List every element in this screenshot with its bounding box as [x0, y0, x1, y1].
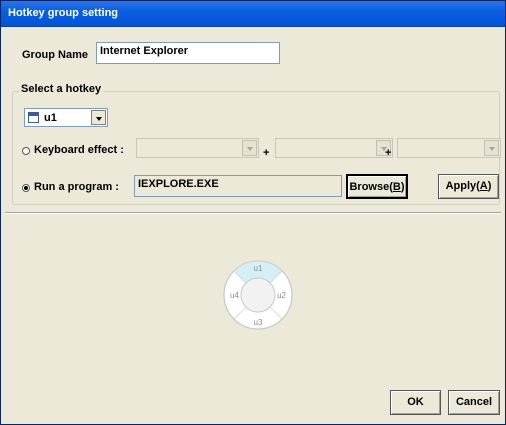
wheel-label-bottom: u3 — [254, 318, 263, 327]
apply-button[interactable]: Apply(A) — [438, 174, 499, 199]
wheel-label-top: u1 — [254, 264, 263, 273]
select-hotkey-label: Select a hotkey — [19, 83, 104, 95]
apply-mnemonic: A — [479, 180, 488, 192]
hotkey-wheel: u1 u2 u3 u4 — [223, 260, 293, 330]
hotkey-group-dialog: Hotkey group setting Group Name Internet… — [0, 0, 506, 425]
modifier-key-2-select[interactable] — [275, 138, 393, 158]
plus-sign: + — [263, 147, 270, 159]
chevron-down-icon — [484, 140, 499, 156]
browse-button-label: Browse — [349, 181, 390, 193]
plus-sign: + — [385, 147, 392, 159]
group-name-label: Group Name — [22, 49, 89, 61]
browse-button[interactable]: Browse(B) — [346, 174, 408, 199]
title-bar[interactable]: Hotkey group setting — [1, 1, 505, 27]
run-program-radio[interactable] — [22, 184, 30, 192]
wheel-label-left: u4 — [230, 291, 239, 300]
apply-button-label: Apply — [445, 180, 477, 192]
keyboard-effect-radio[interactable] — [22, 147, 30, 155]
separator — [5, 212, 501, 214]
hotkey-select-value: u1 — [44, 112, 57, 124]
program-path-input[interactable]: IEXPLORE.EXE — [134, 175, 342, 197]
wheel-label-right: u2 — [277, 291, 286, 300]
cancel-button[interactable]: Cancel — [448, 390, 500, 415]
group-name-input[interactable]: Internet Explorer — [96, 42, 280, 64]
key-select[interactable] — [397, 138, 501, 158]
modifier-key-1-select[interactable] — [136, 138, 259, 158]
ok-button[interactable]: OK — [390, 390, 441, 415]
run-program-label: Run a program : — [34, 181, 119, 193]
chevron-down-icon[interactable] — [91, 110, 106, 125]
chevron-down-icon — [242, 140, 257, 156]
keyboard-effect-label: Keyboard effect : — [34, 144, 124, 156]
wheel-center — [240, 277, 276, 313]
window-title: Hotkey group setting — [8, 7, 119, 19]
browse-mnemonic: B — [392, 181, 401, 193]
hotkey-icon — [28, 112, 39, 123]
hotkey-select[interactable]: u1 — [24, 108, 108, 127]
